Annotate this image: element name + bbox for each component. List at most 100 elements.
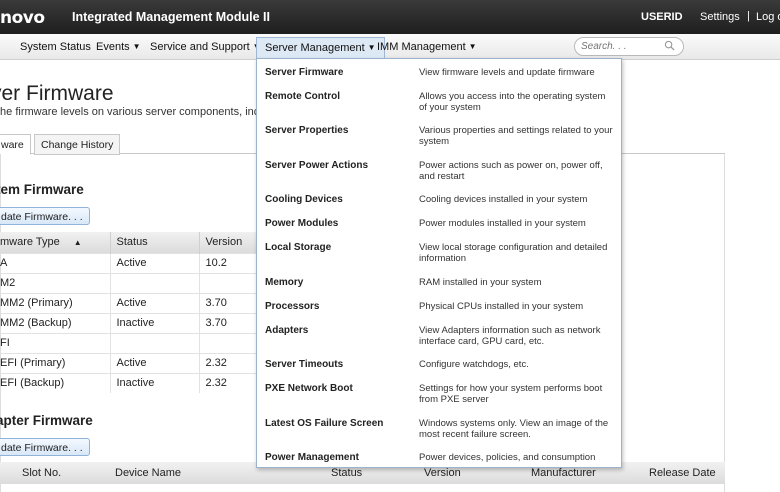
settings-link[interactable]: Settings [700, 11, 740, 23]
table-header-row: mware Type ▲ Status Version [0, 232, 260, 253]
table-row[interactable]: M2 [0, 272, 260, 293]
column-header-release-date[interactable]: Release Date [649, 467, 716, 479]
column-header-device-name[interactable]: Device Name [115, 467, 181, 479]
menu-item-description: Allows you access into the operating sys… [419, 91, 606, 113]
column-header-version[interactable]: Version [199, 232, 260, 253]
menu-item-label: Server Properties [265, 125, 349, 136]
server-management-dropdown: Server Firmware View firmware levels and… [256, 58, 622, 468]
table-row[interactable]: A Active 10.2 [0, 252, 260, 273]
search-icon[interactable] [664, 40, 675, 51]
menu-item-server-firmware[interactable]: Server Firmware View firmware levels and… [257, 67, 621, 89]
menu-item-cooling-devices[interactable]: Cooling Devices Cooling devices installe… [257, 194, 621, 216]
tab-change-history[interactable]: Change History [34, 134, 121, 155]
menu-item-description: Power modules installed in your system [419, 218, 586, 229]
menu-item-server-power-actions[interactable]: Server Power Actions Power actions such … [257, 160, 621, 192]
menu-item-label: PXE Network Boot [265, 383, 353, 394]
adapter-firmware-title: apter Firmware [0, 413, 93, 428]
table-row[interactable]: EFI (Backup) Inactive 2.32 [0, 372, 260, 393]
menu-item-power-management[interactable]: Power Management Power devices, policies… [257, 452, 621, 466]
cell-firmware-type: MM2 (Backup) [0, 312, 111, 333]
menu-item-adapters[interactable]: Adapters View Adapters information such … [257, 325, 621, 357]
menu-item-local-storage[interactable]: Local Storage View local storage configu… [257, 242, 621, 274]
menu-item-label: Power Management [265, 452, 359, 463]
nav-service-and-support[interactable]: Service and Support▼ [150, 41, 261, 53]
cell-status [110, 332, 200, 353]
nav-events[interactable]: Events ▼ [96, 41, 141, 53]
column-header-firmware-type[interactable]: mware Type ▲ [0, 232, 111, 253]
menu-item-latest-os-failure-screen[interactable]: Latest OS Failure Screen Windows systems… [257, 418, 621, 450]
menu-item-description: View firmware levels and update firmware [419, 67, 595, 78]
menu-item-label: Local Storage [265, 242, 332, 253]
menu-item-pxe-network-boot[interactable]: PXE Network Boot Settings for how your s… [257, 383, 621, 415]
column-label: mware Type [0, 236, 60, 249]
menu-item-server-properties[interactable]: Server Properties Various properties and… [257, 125, 621, 157]
menu-item-label: Adapters [265, 325, 309, 336]
table-row[interactable]: FI [0, 332, 260, 353]
menu-item-description: RAM installed in your system [419, 277, 542, 288]
column-header-version[interactable]: Version [424, 467, 461, 479]
menu-item-description: Configure watchdogs, etc. [419, 359, 529, 370]
menu-item-label: Cooling Devices [265, 194, 343, 205]
column-header-status[interactable]: Status [110, 232, 200, 253]
tab-firmware[interactable]: ware [0, 134, 31, 155]
column-header-status[interactable]: Status [331, 467, 362, 479]
nav-server-management[interactable]: Server Management ▼ [256, 37, 385, 59]
cell-status: Active [110, 252, 200, 273]
user-id: USERID [641, 11, 683, 23]
column-header-manufacturer[interactable]: Manufacturer [531, 467, 596, 479]
menu-item-power-modules[interactable]: Power Modules Power modules installed in… [257, 218, 621, 240]
menu-item-remote-control[interactable]: Remote Control Allows you access into th… [257, 91, 621, 123]
menu-item-description: View Adapters information such as networ… [419, 325, 601, 347]
menu-item-description: Settings for how your system performs bo… [419, 383, 603, 405]
menu-item-label: Memory [265, 277, 304, 288]
cell-firmware-type: A [0, 252, 111, 273]
cell-firmware-type: M2 [0, 272, 111, 293]
cell-version [199, 332, 260, 353]
product-name: Integrated Management Module II [72, 10, 270, 24]
search-input[interactable] [581, 40, 663, 53]
cell-version: 2.32 [199, 372, 260, 393]
cell-firmware-type: MM2 (Primary) [0, 292, 111, 313]
top-bar: novo Integrated Management Module II USE… [0, 0, 780, 34]
menu-item-description: Power devices, policies, and consumption [419, 452, 596, 463]
cell-version: 3.70 [199, 292, 260, 313]
table-row[interactable]: MM2 (Primary) Active 3.70 [0, 292, 260, 313]
nav-label: System Status [20, 41, 91, 53]
menu-item-description: Power actions such as power on, power of… [419, 160, 603, 182]
menu-item-description: Windows systems only. View an image of t… [419, 418, 609, 440]
menu-item-server-timeouts[interactable]: Server Timeouts Configure watchdogs, etc… [257, 359, 621, 381]
cell-status: Active [110, 352, 200, 373]
menu-item-label: Power Modules [265, 218, 339, 229]
cell-version [199, 272, 260, 293]
column-header-slot-no[interactable]: Slot No. [22, 467, 61, 479]
cell-status: Active [110, 292, 200, 313]
system-firmware-title: tem Firmware [0, 182, 84, 197]
header-separator: | [747, 10, 750, 22]
nav-label: Service and Support [150, 41, 250, 53]
cell-status: Inactive [110, 312, 200, 333]
menu-item-memory[interactable]: Memory RAM installed in your system [257, 277, 621, 299]
system-firmware-table: mware Type ▲ Status Version A Active 10.2 M… [0, 232, 260, 393]
table-row[interactable]: MM2 (Backup) Inactive 3.70 [0, 312, 260, 333]
menu-item-description: Physical CPUs installed in your system [419, 301, 584, 312]
logout-link[interactable]: Log o [756, 11, 780, 23]
chevron-down-icon: ▼ [468, 42, 477, 51]
table-row[interactable]: EFI (Primary) Active 2.32 [0, 352, 260, 373]
update-adapter-firmware-button[interactable]: date Firmware. . . [0, 438, 90, 456]
brand-logo: novo [0, 8, 45, 28]
nav-system-status[interactable]: System Status [20, 41, 91, 53]
cell-version: 10.2 [199, 252, 260, 273]
nav-label: IMM Management [377, 41, 466, 53]
sort-ascending-icon: ▲ [73, 238, 82, 248]
menu-item-label: Server Power Actions [265, 160, 369, 171]
menu-item-processors[interactable]: Processors Physical CPUs installed in yo… [257, 301, 621, 323]
chevron-down-icon: ▼ [132, 42, 141, 51]
menu-item-label: Latest OS Failure Screen [265, 418, 384, 429]
cell-version: 3.70 [199, 312, 260, 333]
menu-item-label: Processors [265, 301, 320, 312]
nav-label: Server Management [265, 42, 365, 54]
nav-imm-management[interactable]: IMM Management ▼ [377, 41, 477, 53]
cell-version: 2.32 [199, 352, 260, 373]
update-system-firmware-button[interactable]: date Firmware. . . [0, 207, 90, 225]
page-description: the firmware levels on various server co… [0, 106, 283, 118]
